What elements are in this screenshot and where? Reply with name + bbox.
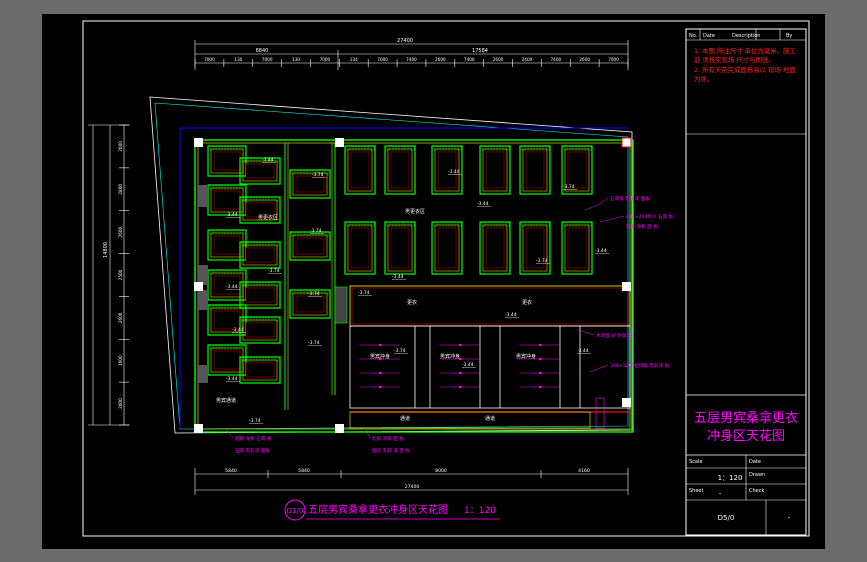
elevation-tag: -3.44 (262, 157, 274, 163)
elevation-tag: -3.74 (312, 172, 324, 178)
legend-header-no: No. (689, 33, 698, 39)
legend-header-date: Date (703, 33, 715, 39)
title-block-scale-value: 1：120 (718, 474, 743, 482)
room-label-1: 男更衣区 (405, 208, 425, 215)
title-block-drawing-no: D5/0 (718, 514, 735, 522)
room-label-9: 通道 (400, 415, 410, 422)
dim-top-detail: 7400 (550, 57, 561, 62)
dim-top-detail: 7000 (262, 57, 273, 62)
elevation-tag: -3.44 (505, 312, 517, 318)
dim-left-detail: 2000 (118, 398, 123, 409)
elevation-tag: -3.44 (477, 201, 489, 207)
room-label-4: 更衣 (522, 299, 532, 306)
project-title-line1: 五层男宾桑拿更衣 (694, 410, 798, 426)
dim-left-detail: 2500 (118, 269, 123, 280)
callout-8: 乳胶 涂料 面 板 (372, 435, 404, 442)
callout-1: 石膏板 乳胶漆 面板 (610, 195, 650, 202)
legend-note-1: 1. 本图 所注尺寸 单位为毫米，施工前 须核实现场 尺寸与图纸。 (694, 47, 796, 64)
callout-7: 石膏 乳胶漆 面板 (235, 447, 270, 454)
dim-left-detail: 2600 (118, 226, 123, 237)
dim-top-detail: 7000 (608, 57, 619, 62)
room-label-10: 通道 (485, 415, 495, 422)
elevation-tag: -3.44 (595, 248, 607, 254)
dim-bottom-1: 5840 (225, 468, 237, 474)
room-label-2: 男更衣区 (258, 214, 278, 221)
dim-top-detail: 130 (234, 57, 242, 62)
title-block-drawn-label: Drawn (749, 472, 765, 478)
drawing-scale: 1：120 (464, 506, 496, 516)
elevation-tag: -3.74 (536, 258, 548, 264)
room-label-8: 男宾通道 (216, 397, 236, 404)
legend-header-by: By (786, 33, 792, 39)
room-label-5: 男宾冲身 (370, 353, 390, 360)
dim-top-total: 27400 (397, 38, 413, 44)
dim-top-detail: 7400 (406, 57, 417, 62)
elevation-tag: -3.74 (249, 418, 261, 424)
title-block-checked-label: Check (749, 488, 764, 494)
dim-bottom-2: 5840 (298, 468, 310, 474)
dim-left-total: 14800 (103, 242, 109, 258)
elevation-tag: -3.74 (268, 268, 280, 274)
elevation-tag: -3.44 (232, 327, 244, 333)
dim-top-detail: 2600 (579, 57, 590, 62)
project-title-line2: 冲身区天花图 (707, 428, 785, 444)
room-label-3: 更衣 (407, 299, 417, 306)
dim-top-detail: 7000 (320, 57, 331, 62)
callout-4: 木饰面 刷 防腐 漆 (596, 332, 633, 339)
callout-5: 300×1200铝扣板 乳胶漆 板 (610, 362, 670, 369)
elevation-tag: -3.44 (226, 212, 238, 218)
callout-2: 244×244防火 石膏 板 (626, 213, 674, 220)
elevation-tag: -3.74 (308, 340, 320, 346)
dim-top-detail: 7000 (377, 57, 388, 62)
callout-9: 图示 乳胶 漆 面 板 (372, 447, 410, 454)
callout-6: 轻钢 龙骨 石膏 板 (235, 435, 272, 442)
legend-header-desc: Description (732, 33, 760, 39)
drawing-number: D1/0 (287, 507, 304, 515)
elevation-tag: -3.44 (462, 362, 474, 368)
room-label-6: 男宾冲身 (440, 353, 460, 360)
cad-drawing-canvas[interactable]: No. Date Description By 1. 本图 所注尺寸 单位为毫米… (0, 0, 867, 562)
dim-top-detail: 7400 (464, 57, 475, 62)
dim-top-detail: 2400 (522, 57, 533, 62)
dim-top-detail: 130 (292, 57, 300, 62)
elevation-tag: -3.44 (226, 284, 238, 290)
dim-left-detail: 2600 (118, 312, 123, 323)
dim-top-sub-2: 17584 (472, 48, 488, 54)
dim-top-detail: 7000 (204, 57, 215, 62)
dim-left-detail: 2800 (118, 184, 123, 195)
dim-top-detail: 2600 (493, 57, 504, 62)
dim-left-detail: 2000 (118, 141, 123, 152)
elevation-tag: -3.44 (392, 274, 404, 280)
dim-bottom-3: 8000 (435, 468, 447, 474)
elevation-tag: -3.74 (563, 184, 575, 190)
elevation-tag: -3.74 (394, 348, 406, 354)
elevation-tag: -3.44 (448, 169, 460, 175)
drawing-title-text: 五层男宾桑拿更衣冲身区天花图 (308, 503, 448, 516)
dim-bottom-4: 4160 (578, 468, 590, 474)
legend-notes: 1. 本图 所注尺寸 单位为毫米，施工前 须核实现场 尺寸与图纸。 2. 所有天… (694, 47, 796, 83)
callout-3: 乳胶 涂料 面 板 (626, 223, 658, 230)
room-label-7: 男宾冲身 (516, 353, 536, 360)
elevation-tag: -3.74 (310, 228, 322, 234)
title-block-sheet-label: Sheet (689, 488, 703, 494)
dim-top-detail: 134 (350, 57, 358, 62)
dim-top-detail: 2600 (435, 57, 446, 62)
elevation-tag: -3.44 (577, 348, 589, 354)
dim-top-sub-1: 8840 (256, 48, 269, 54)
dim-left-detail: 1600 (118, 355, 123, 366)
legend-note-2: 2. 所有天花完成面标高以 现场 地面为准。 (694, 66, 796, 83)
elevation-tag: -3.74 (358, 290, 370, 296)
title-block-date-label: Date (749, 459, 761, 465)
elevation-tag: -3.44 (226, 376, 238, 382)
elevation-tag: -3.74 (308, 291, 320, 297)
title-block-scale-label: Scale (689, 459, 702, 465)
dim-bottom-total: 27400 (405, 484, 420, 490)
